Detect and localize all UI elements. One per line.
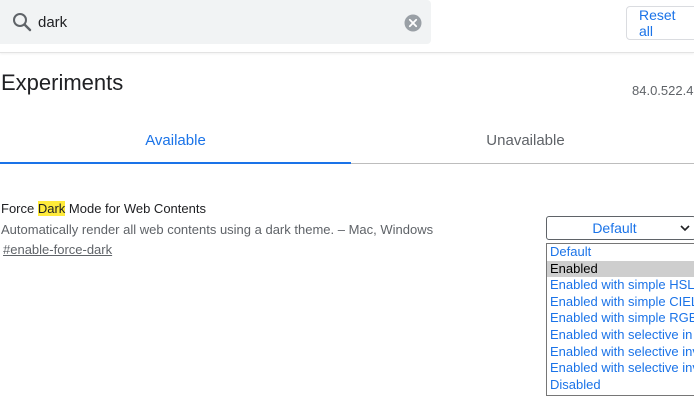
tab-unavailable[interactable]: Unavailable: [351, 118, 694, 164]
header-bar: Reset all: [0, 0, 694, 53]
tab-available[interactable]: Available: [0, 118, 351, 164]
option-enabled-simple-hsl[interactable]: Enabled with simple HSL: [547, 277, 694, 294]
search-input[interactable]: [38, 10, 388, 34]
active-tab-indicator: [0, 162, 351, 164]
search-match-highlight: Dark: [37, 201, 66, 216]
option-enabled-selective-images[interactable]: Enabled with selective in: [547, 327, 694, 344]
search-box[interactable]: [0, 0, 431, 44]
chevron-down-icon: [680, 225, 690, 232]
option-enabled-simple-cielab[interactable]: Enabled with simple CIEL: [547, 294, 694, 311]
version-label: 84.0.522.4: [632, 83, 694, 98]
experiment-description: Automatically render all web contents us…: [1, 222, 434, 237]
search-icon: [13, 13, 32, 32]
experiment-title-prefix: Force: [1, 201, 38, 216]
clear-search-icon[interactable]: [404, 14, 422, 32]
experiment-title: Force Dark Mode for Web Contents: [1, 201, 206, 216]
page-title: Experiments: [1, 70, 124, 95]
select-current-value: Default: [592, 220, 637, 236]
experiment-state-select[interactable]: Default: [546, 216, 694, 240]
option-enabled-selective-non-images[interactable]: Enabled with selective inv: [547, 344, 694, 361]
option-enabled[interactable]: Enabled: [547, 260, 694, 278]
option-default[interactable]: Default: [547, 244, 694, 261]
option-disabled[interactable]: Disabled: [547, 377, 694, 394]
option-enabled-selective-everything[interactable]: Enabled with selective inv: [547, 360, 694, 377]
experiment-permalink[interactable]: #enable-force-dark: [3, 242, 112, 257]
reset-all-button[interactable]: Reset all: [626, 6, 694, 40]
experiment-title-suffix: Mode for Web Contents: [65, 201, 206, 216]
option-enabled-simple-rgb[interactable]: Enabled with simple RGB: [547, 310, 694, 327]
select-options-list: Default Enabled Enabled with simple HSL …: [546, 243, 694, 396]
